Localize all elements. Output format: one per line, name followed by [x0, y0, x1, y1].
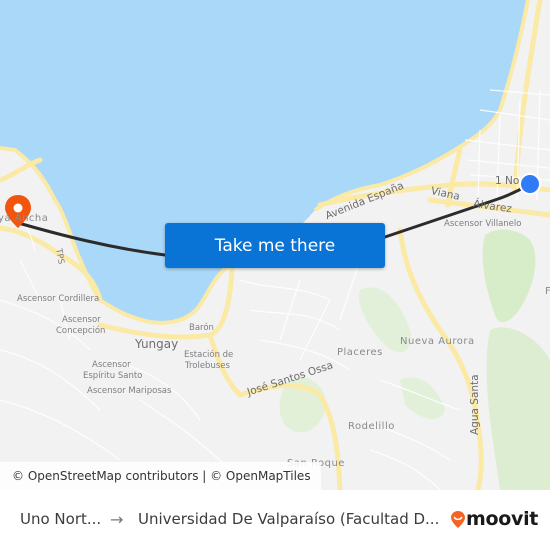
- label-yungay: Yungay: [135, 337, 179, 351]
- label-partial: F: [545, 286, 550, 297]
- label-placeres: Placeres: [337, 347, 383, 358]
- map-canvas[interactable]: ya Ancha TPS Ascensor Cordillera Ascenso…: [0, 0, 550, 490]
- moovit-pin-icon: [451, 510, 465, 528]
- label-ascensor-espiritu-line1: Ascensor: [92, 360, 131, 370]
- label-nueva-aurora: Nueva Aurora: [400, 336, 475, 347]
- label-ascensor-mariposas: Ascensor Mariposas: [87, 386, 172, 396]
- label-ascensor-concepcion-line1: Ascensor: [62, 315, 101, 325]
- label-ascensor-cordillera: Ascensor Cordillera: [17, 294, 100, 304]
- map-attribution[interactable]: © OpenStreetMap contributors | © OpenMap…: [0, 462, 321, 490]
- label-tps: TPS: [53, 247, 66, 266]
- current-location-dot[interactable]: [519, 173, 541, 195]
- label-playa-ancha: ya Ancha: [0, 213, 49, 224]
- moovit-wordmark: moovit: [466, 508, 539, 530]
- label-baron: Barón: [189, 323, 214, 333]
- route-footer: Uno Nort... → Universidad De Valparaíso …: [0, 490, 550, 550]
- attribution-text: © OpenStreetMap contributors | © OpenMap…: [12, 469, 311, 483]
- label-ascensor-villanelo: Ascensor Villanelo: [444, 219, 522, 229]
- origin-stop-name: Uno Nort...: [20, 510, 102, 528]
- label-rodelillo: Rodelillo: [348, 421, 395, 432]
- label-uno-norte: 1 No: [495, 175, 520, 187]
- take-me-there-button[interactable]: Take me there: [165, 223, 385, 268]
- moovit-logo[interactable]: moovit: [450, 508, 538, 530]
- label-ascensor-concepcion-line2: Concepción: [56, 326, 106, 336]
- label-ascensor-espiritu-line2: Espíritu Santo: [83, 371, 143, 381]
- arrow-right-icon: →: [110, 510, 124, 529]
- label-estacion-line1: Estación de: [184, 350, 234, 360]
- label-estacion-line2: Trolebuses: [185, 361, 230, 371]
- label-agua-santa: Agua Santa: [469, 374, 481, 435]
- destination-name: Universidad De Valparaíso (Facultad D...: [138, 510, 440, 528]
